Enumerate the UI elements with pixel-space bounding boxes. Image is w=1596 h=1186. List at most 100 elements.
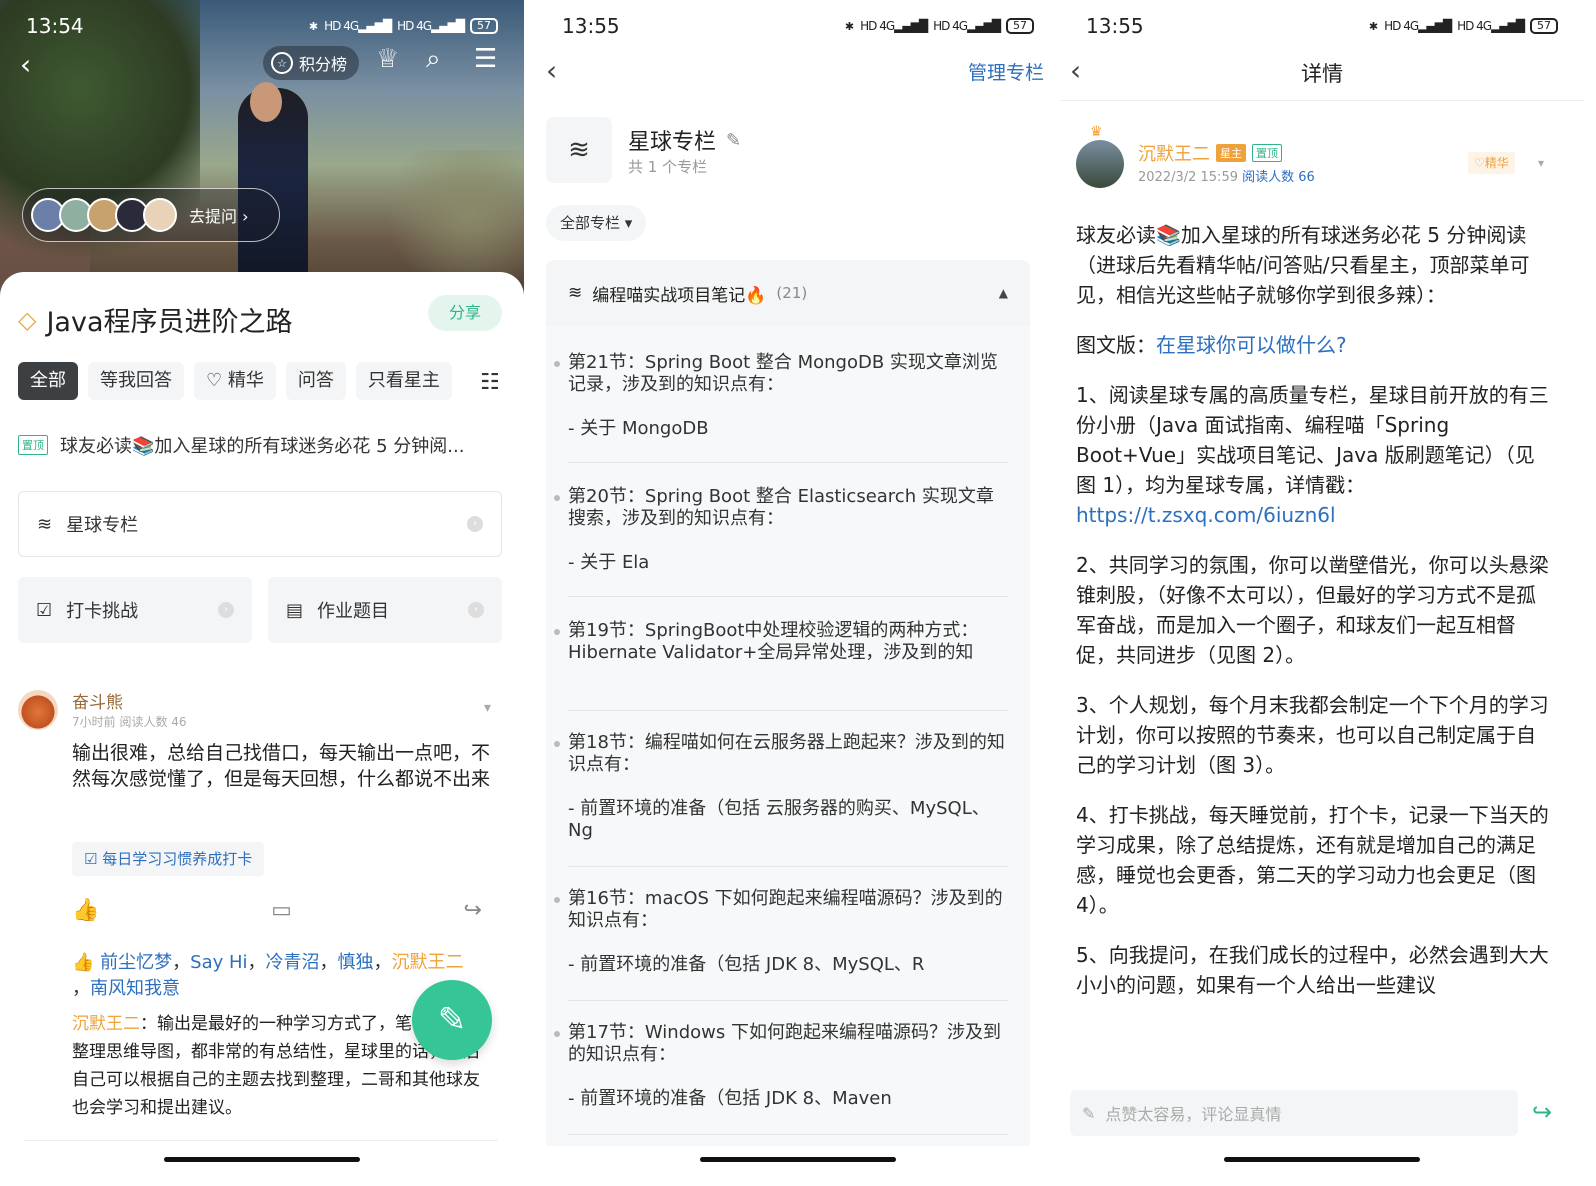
liker[interactable]: 慎独: [338, 952, 374, 973]
battery-icon: 57: [470, 18, 498, 34]
menu-icon[interactable]: ☰: [474, 44, 497, 74]
paragraph: 4、打卡挑战，每天睡觉前，打个卡，记录一下当天的学习成果，除了总结提炼，还有就是…: [1076, 803, 1549, 917]
signal-icon: HD 4G▂▄▆█: [1384, 19, 1452, 33]
status-time: 13:55: [1086, 14, 1144, 38]
status-icons: ✱ HD 4G▂▄▆█ HD 4G▂▄▆█ 57: [1369, 18, 1558, 34]
url-link[interactable]: https://t.zsxq.com/6iuzn6l: [1076, 503, 1336, 527]
checkin-entry-label: 打卡挑战: [66, 601, 139, 622]
edit-icon[interactable]: ✎: [726, 130, 741, 151]
list-item[interactable]: 第19节：SpringBoot中处理校验逻辑的两种方式：Hibernate Va…: [554, 620, 1008, 664]
collapse-icon[interactable]: ▲: [999, 286, 1008, 300]
liker[interactable]: 前尘忆梦: [100, 952, 172, 973]
essence-badge: ♡精华: [1468, 152, 1515, 174]
column-title: 星球专栏 ✎: [628, 124, 741, 156]
comment-input[interactable]: ✎ 点赞太容易，评论显真情: [1070, 1090, 1518, 1136]
tab-essence[interactable]: ♡ 精华: [194, 362, 276, 400]
reply-author[interactable]: 沉默王二: [72, 1014, 140, 1034]
share-icon[interactable]: ↪: [1532, 1098, 1552, 1126]
list-item[interactable]: 第20节：Spring Boot 整合 Elasticsearch 实现文章搜索…: [554, 486, 1008, 574]
search-icon[interactable]: ⌕: [426, 44, 441, 75]
item-title: 第21节：Spring Boot 整合 MongoDB 实现文章浏览记录，涉及到…: [568, 352, 998, 395]
column-title-text: 星球专栏: [628, 130, 717, 155]
post-body: 输出很难，总给自己找借口，每天输出一点吧，不然每次感觉懂了，但是每天回想，什么都…: [72, 742, 491, 790]
paragraph: 3、个人规划，每个月末我都会制定一个下个月的学习计划，你可以按照的节奏来，也可以…: [1076, 693, 1549, 777]
divider: [568, 596, 1008, 597]
chevron-down-icon[interactable]: ▾: [484, 700, 491, 716]
item-title: 第16节：macOS 下如何跑起来编程喵源码？涉及到的知识点有：: [568, 888, 1003, 931]
liker[interactable]: 南风知我意: [90, 978, 180, 999]
manage-columns-link[interactable]: 管理专栏: [968, 58, 1044, 85]
trophy-icon[interactable]: ♕: [376, 44, 399, 74]
avatar[interactable]: [18, 690, 58, 730]
bullet: [554, 897, 560, 903]
like-small-icon: 👍: [72, 952, 101, 973]
divider: [568, 866, 1008, 867]
liker-owner[interactable]: 沉默王二: [392, 952, 464, 973]
back-icon[interactable]: ‹: [546, 54, 557, 87]
ask-question-label: 去提问 ›: [189, 207, 249, 226]
status-bar: 13:55 ✱ HD 4G▂▄▆█ HD 4G▂▄▆█ 57: [536, 0, 1060, 52]
bluetooth-icon: ✱: [1368, 19, 1379, 33]
score-board-button[interactable]: ☆ 积分榜: [263, 46, 360, 80]
avatar: [143, 198, 177, 232]
home-indicator: [164, 1157, 360, 1162]
post-article: 球友必读📚加入星球的所有球迷务必花 5 分钟阅读（进球后先看精华帖/问答贴/只看…: [1076, 220, 1554, 1020]
list-menu-icon[interactable]: ☷: [480, 370, 500, 395]
bluetooth-icon: ✱: [308, 19, 319, 33]
post-meta: 7小时前 阅读人数 46: [72, 715, 187, 729]
group-name: Java程序员进阶之路: [46, 307, 293, 338]
avatar[interactable]: [1076, 140, 1124, 188]
paragraph: 球友必读📚加入星球的所有球迷务必花 5 分钟阅读（进球后先看精华帖/问答贴/只看…: [1076, 223, 1530, 307]
paragraph: 图文版：在星球你可以做什么?: [1076, 330, 1554, 360]
list-item[interactable]: 第21节：Spring Boot 整合 MongoDB 实现文章浏览记录，涉及到…: [554, 352, 1008, 440]
column-entry[interactable]: ≋ 星球专栏 ›: [18, 491, 502, 557]
checkin-entry[interactable]: ☑ 打卡挑战 ›: [18, 577, 252, 643]
item-title: 第18节：编程喵如何在云服务器上跑起来？涉及到的知识点有：: [568, 732, 1005, 775]
pinned-post[interactable]: 置顶 球友必读📚加入星球的所有球迷务必花 5 分钟阅...: [18, 432, 508, 458]
signal-icon-2: HD 4G▂▄▆█: [1457, 19, 1525, 33]
share-icon[interactable]: ↪: [464, 898, 482, 923]
column-section-header[interactable]: ≋ 编程喵实战项目笔记🔥 (21) ▲: [546, 260, 1030, 326]
page-title: 详情: [1301, 62, 1343, 86]
post-author[interactable]: 奋斗熊: [72, 688, 123, 713]
divider: [568, 462, 1008, 463]
compose-button[interactable]: ✎: [412, 980, 492, 1060]
list-item[interactable]: 第16节：macOS 下如何跑起来编程喵源码？涉及到的知识点有： - 前置环境的…: [554, 888, 1008, 976]
post-date: 2022/3/2 15:59: [1138, 170, 1238, 185]
liker[interactable]: Say Hi: [190, 952, 247, 973]
filter-tabs: 全部 等我回答 ♡ 精华 问答 只看星主: [18, 362, 452, 400]
item-sub: - 前置环境的准备（包括 云服务器的购买、MySQL、Ng: [568, 798, 990, 841]
star-icon: ☆: [271, 52, 293, 74]
column-entry-label: 星球专栏: [66, 515, 139, 536]
divider: [24, 1140, 498, 1141]
tab-qa[interactable]: 问答: [285, 362, 346, 400]
article-link[interactable]: 在星球你可以做什么?: [1156, 333, 1347, 357]
share-button[interactable]: 分享: [428, 295, 502, 331]
divider: [568, 710, 1008, 711]
signal-icon-2: HD 4G▂▄▆█: [397, 19, 465, 33]
tab-waiting-answer[interactable]: 等我回答: [88, 362, 184, 400]
paragraph-prefix: 图文版：: [1076, 333, 1156, 357]
document-icon: ▤: [286, 599, 304, 621]
author-name[interactable]: 沉默王二: [1138, 140, 1210, 166]
tab-owner-only[interactable]: 只看星主: [355, 362, 452, 400]
chevron-down-icon[interactable]: ▾: [1538, 156, 1544, 170]
list-item[interactable]: 第17节：Windows 下如何跑起来编程喵源码？涉及到的知识点有： - 前置环…: [554, 1022, 1008, 1110]
tab-all[interactable]: 全部: [18, 362, 78, 400]
owner-badge: 星主: [1216, 144, 1246, 162]
item-sub: - 前置环境的准备（包括 JDK 8、Maven: [568, 1088, 892, 1109]
liker[interactable]: 冷青沼: [266, 952, 320, 973]
score-board-label: 积分榜: [299, 55, 348, 74]
battery-icon: 57: [1006, 18, 1034, 34]
column-filter-dropdown[interactable]: 全部专栏 ▾: [546, 205, 647, 241]
ask-question-button[interactable]: 去提问 ›: [22, 188, 280, 242]
post-checkin-tag[interactable]: ☑ 每日学习习惯养成打卡: [72, 842, 265, 876]
comment-icon[interactable]: ▭: [271, 898, 292, 923]
bullet: [554, 361, 560, 367]
homework-entry[interactable]: ▤ 作业题目 ›: [268, 577, 502, 643]
list-item[interactable]: 第18节：编程喵如何在云服务器上跑起来？涉及到的知识点有： - 前置环境的准备（…: [554, 732, 1008, 842]
back-icon[interactable]: ‹: [20, 48, 31, 81]
like-icon[interactable]: 👍: [72, 898, 99, 923]
comment-placeholder: 点赞太容易，评论显真情: [1105, 1105, 1282, 1124]
item-sub: - 关于 Ela: [568, 552, 650, 573]
